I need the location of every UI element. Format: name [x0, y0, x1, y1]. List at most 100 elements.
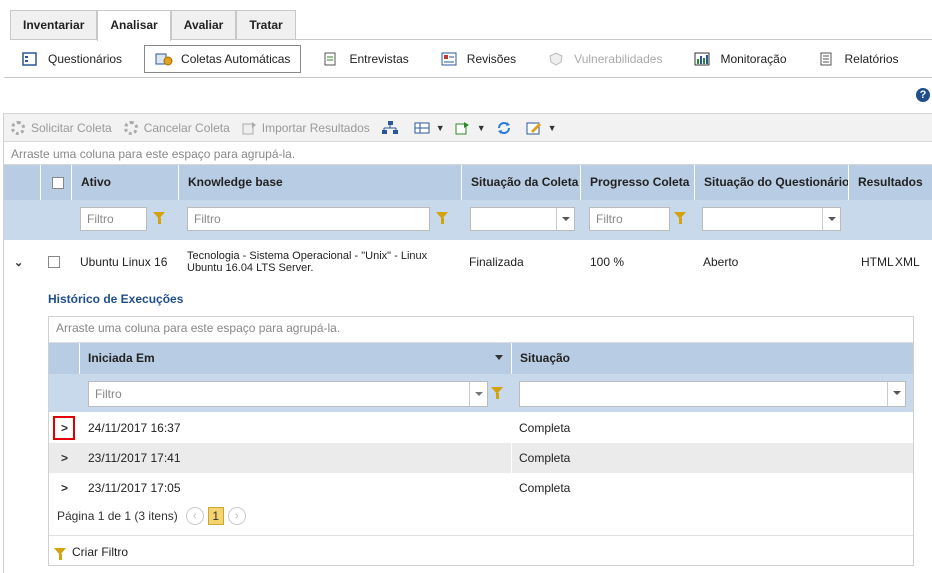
- review-icon: [441, 52, 457, 66]
- chevron-down-icon: [887, 382, 905, 406]
- column-situacao[interactable]: Situação: [520, 343, 570, 374]
- refresh-icon[interactable]: [496, 121, 512, 135]
- prev-page-button[interactable]: ‹: [185, 507, 204, 525]
- subnav-revisoes[interactable]: Revisões: [431, 45, 526, 73]
- chevron-down-icon[interactable]: ▼: [477, 123, 486, 133]
- subnav-monitoracao[interactable]: Monitoração: [684, 45, 796, 73]
- subnav-entrevistas[interactable]: Entrevistas: [313, 45, 418, 73]
- filter-situacao-select[interactable]: [470, 207, 575, 231]
- filter-progresso-input[interactable]: Filtro: [589, 207, 670, 231]
- subnav-entrevistas-label: Entrevistas: [349, 52, 409, 66]
- subnav-vulnerabilidades[interactable]: Vulnerabilidades: [538, 45, 672, 73]
- subnav-questionarios-label: Questionários: [48, 52, 123, 66]
- tab-inventariar[interactable]: Inventariar: [10, 10, 98, 40]
- solicitar-coleta-button[interactable]: Solicitar Coleta: [11, 120, 112, 135]
- importar-resultados-button[interactable]: Importar Resultados: [242, 121, 370, 135]
- column-ativo[interactable]: Ativo: [71, 165, 178, 200]
- sort-down-icon[interactable]: [495, 355, 503, 360]
- subnav-questionarios[interactable]: Questionários: [12, 45, 132, 73]
- select-all-checkbox[interactable]: [52, 176, 64, 189]
- row-questionario: Aberto: [703, 255, 739, 269]
- row-ativo: Ubuntu Linux 16: [80, 255, 168, 269]
- inner-group-by-area[interactable]: Arraste uma coluna para este espaço para…: [56, 317, 340, 343]
- filter-row: Filtro Filtro Filtro: [4, 200, 932, 240]
- vulnerability-icon: [548, 52, 564, 66]
- subnav-relatorios[interactable]: Relatórios: [809, 45, 909, 73]
- grid-header: Ativo Knowledge base Situação da Coleta …: [4, 165, 932, 200]
- import-icon: [242, 121, 258, 135]
- result-xml-link[interactable]: XML: [895, 255, 920, 269]
- tab-avaliar[interactable]: Avaliar: [170, 10, 237, 40]
- chevron-down-icon[interactable]: ⌄: [14, 256, 23, 269]
- pager: Página 1 de 1 (3 itens) ‹ 1 ›: [57, 507, 246, 525]
- help-icon[interactable]: ?: [916, 88, 930, 102]
- inner-grid-header: Iniciada Em Situação: [49, 343, 913, 374]
- chevron-down-icon[interactable]: ▼: [436, 123, 445, 133]
- subnav-coletas-automaticas[interactable]: Coletas Automáticas: [144, 45, 302, 73]
- gear-icon: [11, 120, 25, 135]
- column-iniciada-em[interactable]: Iniciada Em: [88, 343, 155, 374]
- filter-funnel-icon[interactable]: [491, 387, 503, 399]
- select-all-header: [40, 165, 71, 200]
- column-situacao-questionario[interactable]: Situação do Questionário: [694, 165, 848, 200]
- filter-questionario-select[interactable]: [702, 207, 841, 231]
- cancelar-coleta-button[interactable]: Cancelar Coleta: [123, 120, 230, 135]
- filter-kb-input[interactable]: Filtro: [187, 207, 430, 231]
- table-row[interactable]: > 23/11/2017 17:41 Completa: [49, 443, 913, 473]
- group-by-area[interactable]: Arraste uma coluna para este espaço para…: [4, 141, 932, 165]
- next-page-button[interactable]: ›: [227, 507, 246, 525]
- cancelar-coleta-label: Cancelar Coleta: [143, 120, 230, 135]
- filter-ativo: Filtro: [71, 200, 178, 240]
- filter-iniciada-placeholder: Filtro: [95, 387, 122, 401]
- execution-history-grid: Arraste uma coluna para este espaço para…: [48, 316, 914, 566]
- row-progresso: 100 %: [590, 255, 625, 269]
- expand-column-header: [4, 165, 40, 200]
- row-status: Completa: [519, 481, 571, 495]
- subnav-coletas-label: Coletas Automáticas: [181, 52, 291, 66]
- interview-icon: [323, 52, 339, 66]
- filter-situacao-inner-select[interactable]: [519, 381, 906, 407]
- filter-kb: Filtro: [178, 200, 461, 240]
- column-progresso-coleta[interactable]: Progresso Coleta: [580, 165, 694, 200]
- chevron-down-icon: [822, 208, 840, 230]
- hierarchy-icon[interactable]: [381, 120, 398, 135]
- tab-tratar[interactable]: Tratar: [236, 10, 296, 40]
- subnav-divider: [4, 77, 932, 78]
- chevron-down-icon[interactable]: [469, 382, 487, 406]
- filter-funnel-icon[interactable]: [153, 212, 165, 224]
- filter-iniciada-input[interactable]: Filtro: [88, 381, 488, 407]
- criar-filtro-link[interactable]: Criar Filtro: [72, 545, 128, 559]
- highlight-box: [53, 416, 75, 440]
- column-knowledge-base[interactable]: Knowledge base: [178, 165, 461, 200]
- table-row[interactable]: ⌄ Ubuntu Linux 16 Tecnologia - Sistema O…: [4, 240, 932, 284]
- filter-ativo-input[interactable]: Filtro: [80, 207, 147, 231]
- solicitar-coleta-label: Solicitar Coleta: [31, 120, 112, 135]
- table-row[interactable]: > 24/11/2017 16:37 Completa: [49, 413, 913, 443]
- pager-summary: Página 1 de 1 (3 itens): [57, 509, 178, 523]
- table-row[interactable]: > 23/11/2017 17:05 Completa: [49, 473, 913, 503]
- subnav-monitoracao-label: Monitoração: [720, 52, 787, 66]
- tab-analisar[interactable]: Analisar: [97, 10, 171, 41]
- automatic-collection-icon: [155, 52, 173, 66]
- filter-progresso: Filtro: [580, 200, 694, 240]
- inner-footer: Criar Filtro: [49, 535, 913, 567]
- row-kb-line1: Tecnologia - Sistema Operacional - "Unix…: [187, 250, 428, 262]
- row-date: 24/11/2017 16:37: [88, 421, 181, 435]
- expand-chevron-icon[interactable]: >: [61, 443, 68, 473]
- columns-icon[interactable]: [414, 121, 430, 135]
- expand-chevron-icon[interactable]: >: [61, 473, 68, 503]
- chevron-down-icon: [556, 208, 574, 230]
- export-icon[interactable]: [455, 121, 471, 135]
- row-checkbox[interactable]: [48, 256, 60, 268]
- filter-funnel-icon[interactable]: [674, 212, 686, 224]
- edit-icon[interactable]: [526, 121, 542, 135]
- chevron-down-icon[interactable]: ▼: [548, 123, 557, 133]
- page-1-button[interactable]: 1: [207, 507, 224, 525]
- column-resultados[interactable]: Resultados: [848, 165, 932, 200]
- result-html-link[interactable]: HTML: [861, 255, 894, 269]
- filter-funnel-icon[interactable]: [436, 212, 448, 224]
- column-situacao-coleta[interactable]: Situação da Coleta: [461, 165, 580, 200]
- top-tabs: Inventariar Analisar Avaliar Tratar: [10, 10, 296, 41]
- sub-navigation: Questionários Coletas Automáticas Entrev…: [12, 45, 921, 73]
- row-status: Completa: [519, 421, 571, 435]
